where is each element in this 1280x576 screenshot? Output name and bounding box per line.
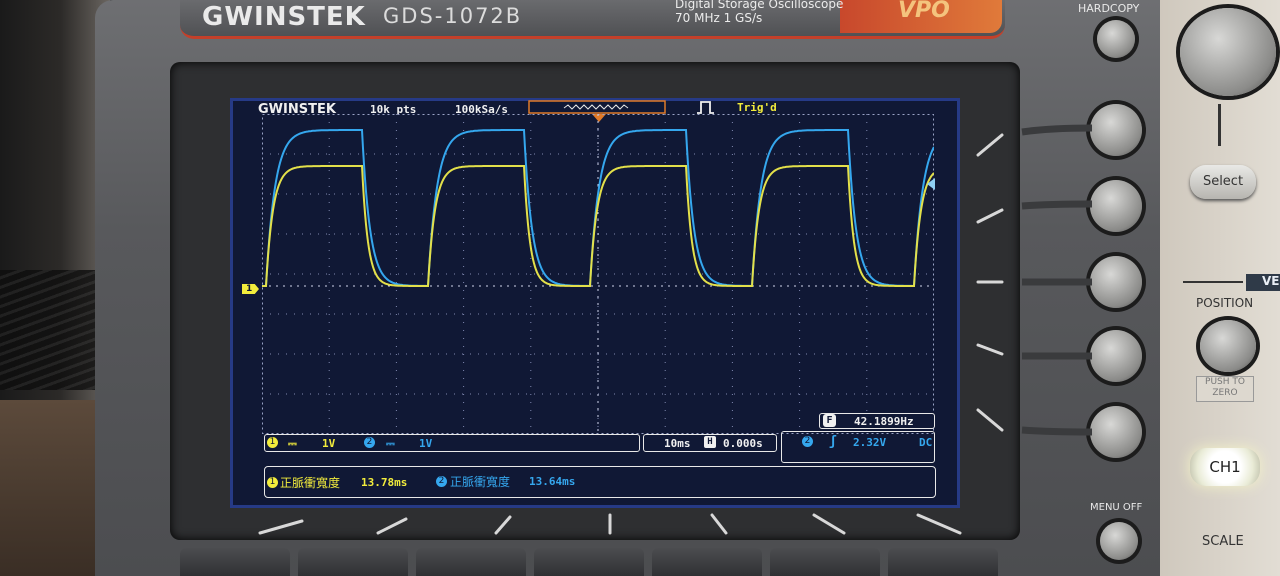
trigger-status: Trig'd bbox=[737, 101, 777, 114]
push-to-zero-label: PUSH TO ZERO bbox=[1196, 376, 1254, 402]
soft-key-pointers bbox=[976, 124, 1093, 436]
bottom-key-4[interactable] bbox=[534, 548, 644, 576]
trigger-level: 2.32V bbox=[853, 436, 887, 449]
ch2-trigger-level-marker bbox=[927, 178, 935, 190]
frequency-value: 42.1899Hz bbox=[854, 415, 914, 428]
wooden-table bbox=[0, 400, 100, 576]
frequency-label: F bbox=[823, 414, 836, 427]
horizontal-position-icon: H bbox=[704, 436, 716, 448]
graticule bbox=[262, 114, 934, 434]
vpo-logo: VPO bbox=[898, 0, 950, 23]
ch1-indicator: 1 bbox=[267, 437, 278, 448]
memory-bar bbox=[528, 100, 666, 114]
bottom-key-1[interactable] bbox=[180, 548, 290, 576]
hardcopy-button[interactable] bbox=[1097, 20, 1135, 58]
bottom-key-2[interactable] bbox=[298, 548, 408, 576]
position-label: POSITION bbox=[1196, 296, 1254, 310]
ch2-indicator: 2 bbox=[364, 437, 375, 448]
horizontal-position-value: 0.000s bbox=[723, 437, 763, 450]
push-to-zero-line2: ZERO bbox=[1212, 388, 1238, 398]
vertical-section-label: VE bbox=[1246, 274, 1280, 291]
measurement-2-value: 13.64ms bbox=[529, 475, 576, 488]
ch1-button[interactable]: CH1 bbox=[1190, 448, 1260, 486]
trigger-mode-icon bbox=[697, 101, 714, 114]
model-spec: 70 MHz 1 GS/s bbox=[675, 11, 763, 25]
push-to-zero-line1: PUSH TO bbox=[1205, 377, 1245, 387]
measurement-1-label: 正脈衝寬度 bbox=[280, 476, 341, 490]
trigger-slope-icon: ʃ bbox=[829, 434, 837, 449]
position-knob[interactable] bbox=[1200, 320, 1256, 372]
ch2-coupling-icon: ⎓ bbox=[386, 437, 395, 450]
bottom-key-7[interactable] bbox=[888, 548, 998, 576]
probe-cables bbox=[0, 270, 100, 390]
measurement-2-channel: 2 bbox=[436, 476, 447, 487]
ch1-coupling-icon: ⎓ bbox=[288, 437, 297, 450]
measurement-1-value: 13.78ms bbox=[361, 476, 408, 489]
ch2-scale: 1V bbox=[419, 437, 433, 450]
bottom-key-3[interactable] bbox=[416, 548, 526, 576]
select-button[interactable]: Select bbox=[1190, 165, 1256, 199]
hardcopy-label: HARDCOPY bbox=[1078, 2, 1140, 15]
menu-off-button[interactable] bbox=[1100, 522, 1138, 560]
brand-logo: GWINSTEK bbox=[202, 2, 366, 32]
measurement-2-label: 正脈衝寬度 bbox=[450, 475, 511, 489]
model-description: Digital Storage Oscilloscope bbox=[675, 0, 844, 11]
scale-label: SCALE bbox=[1202, 534, 1244, 549]
panel-divider bbox=[1218, 104, 1221, 146]
model-name: GDS-1072B bbox=[383, 4, 523, 28]
timebase-value: 10ms bbox=[664, 437, 691, 450]
menu-off-label: MENU OFF bbox=[1090, 502, 1143, 513]
bottom-key-6[interactable] bbox=[770, 548, 880, 576]
measurement-1-channel: 1 bbox=[267, 477, 278, 488]
trigger-source-indicator: 2 bbox=[802, 436, 813, 447]
bottom-key-5[interactable] bbox=[652, 548, 762, 576]
trigger-coupling: DC bbox=[919, 436, 933, 449]
bottom-key-pointers bbox=[258, 513, 962, 535]
ch1-scale: 1V bbox=[322, 437, 336, 450]
channel-status-bar bbox=[264, 434, 640, 452]
variable-knob[interactable] bbox=[1180, 8, 1276, 96]
vertical-section-line bbox=[1183, 281, 1243, 283]
